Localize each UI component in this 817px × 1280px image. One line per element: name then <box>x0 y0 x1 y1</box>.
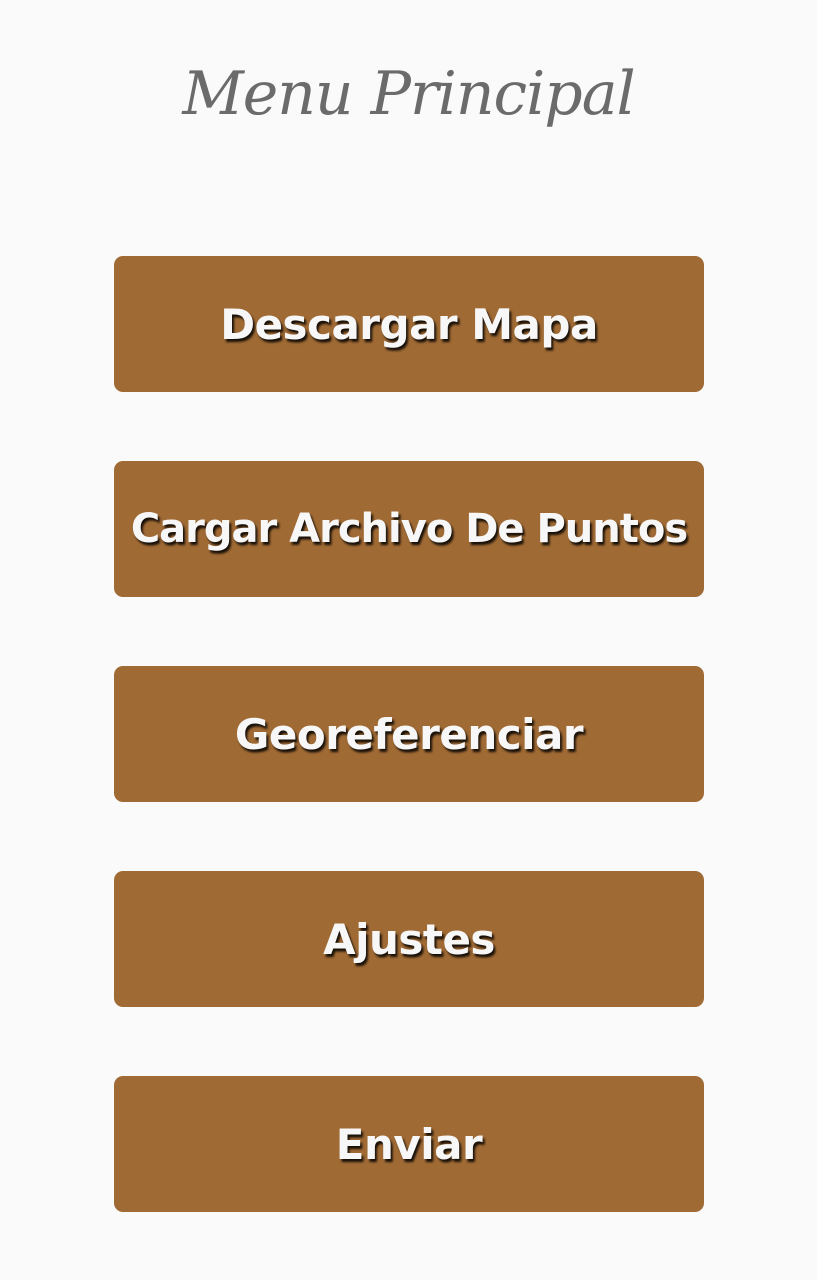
georeference-button[interactable]: Georeferenciar <box>114 666 704 802</box>
send-button[interactable]: Enviar <box>114 1076 704 1212</box>
load-points-file-button-label: Cargar Archivo De Puntos <box>130 506 688 552</box>
settings-button-label: Ajustes <box>323 914 495 964</box>
page-title: Menu Principal <box>182 59 635 129</box>
load-points-file-button[interactable]: Cargar Archivo De Puntos <box>114 461 704 597</box>
georeference-button-label: Georeferenciar <box>234 709 584 759</box>
menu-button-list: Descargar Mapa Cargar Archivo De Puntos … <box>114 256 704 1212</box>
send-button-label: Enviar <box>335 1119 483 1169</box>
download-map-button[interactable]: Descargar Mapa <box>114 256 704 392</box>
main-menu-screen: Menu Principal Descargar Mapa Cargar Arc… <box>0 0 817 1280</box>
settings-button[interactable]: Ajustes <box>114 871 704 1007</box>
download-map-button-label: Descargar Mapa <box>220 299 598 349</box>
